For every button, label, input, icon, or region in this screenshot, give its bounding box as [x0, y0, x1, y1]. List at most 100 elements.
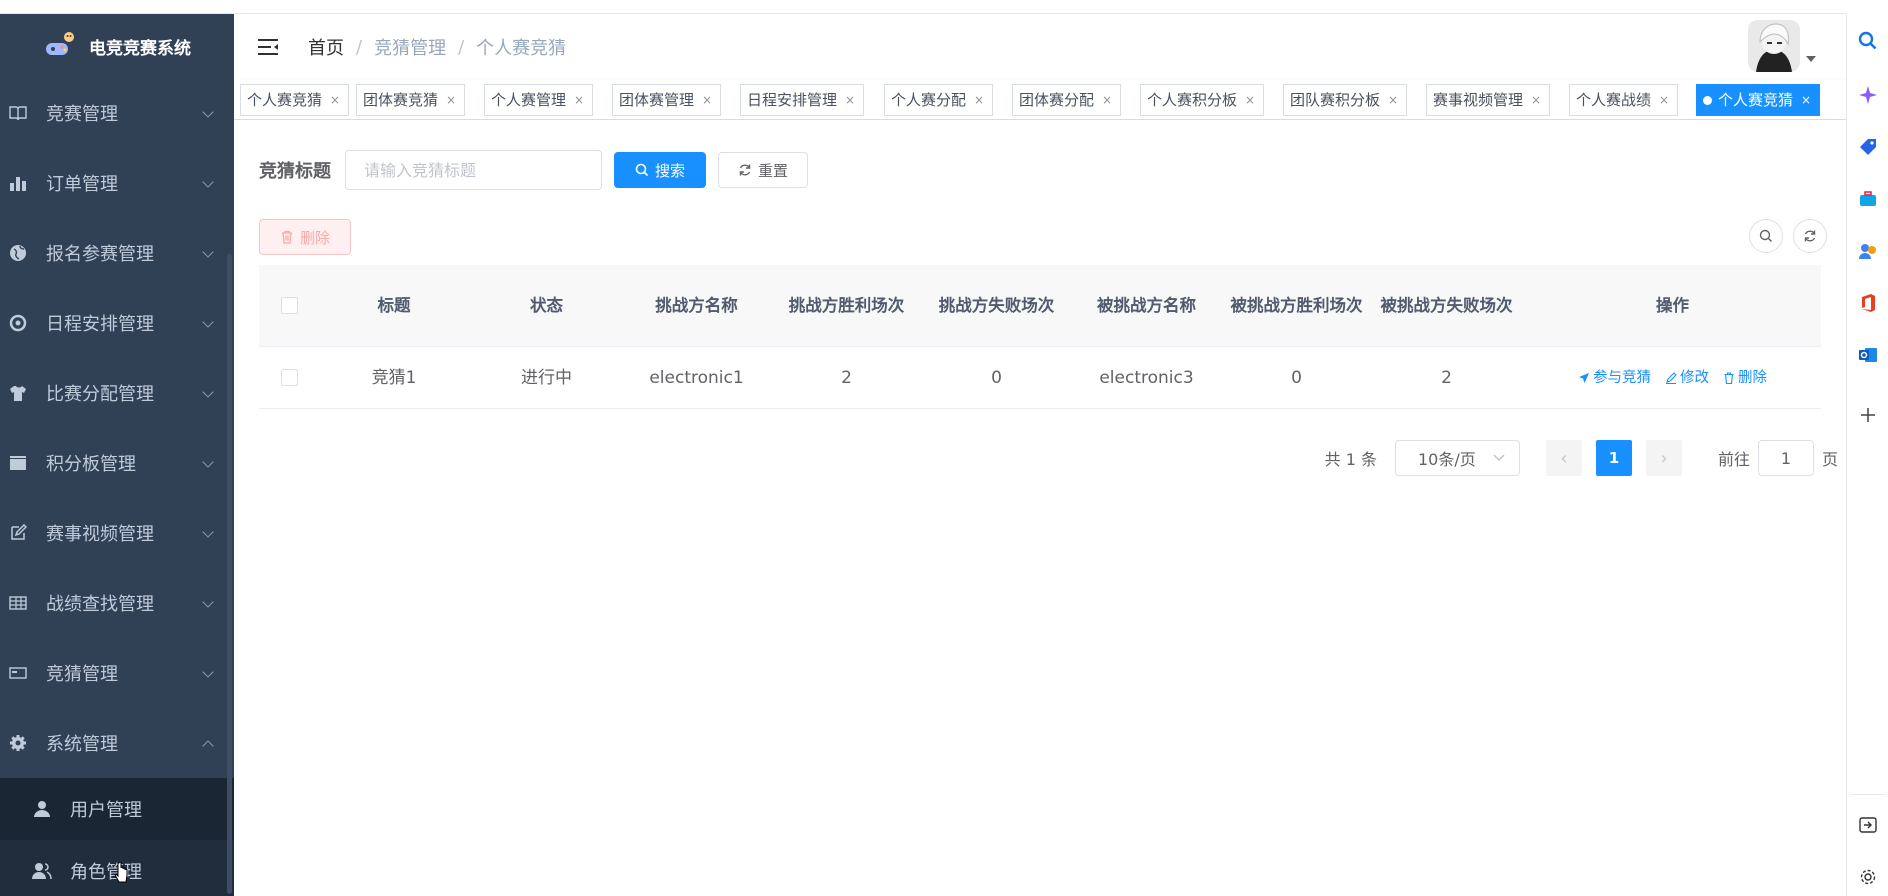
close-icon[interactable]: × — [1801, 85, 1811, 115]
tab-personal-manage[interactable]: 个人赛管理 × — [484, 84, 594, 116]
goto-page-input[interactable] — [1757, 440, 1814, 476]
close-icon[interactable]: × — [1245, 85, 1255, 115]
sidebar-toggle-icon[interactable] — [1857, 814, 1879, 836]
settings-icon[interactable] — [1857, 866, 1879, 888]
tab-team-assign[interactable]: 团体赛分配 × — [1012, 84, 1122, 116]
page-number-current[interactable]: 1 — [1595, 440, 1632, 476]
delete-button[interactable]: 删除 — [259, 219, 351, 255]
close-icon[interactable]: × — [845, 85, 855, 115]
sidebar-item-label: 赛事视频管理 — [46, 524, 154, 545]
briefcase-icon[interactable] — [1857, 188, 1879, 210]
sidebar-item-system[interactable]: 系统管理 — [0, 708, 234, 778]
next-page-button[interactable]: › — [1645, 440, 1682, 476]
people-icon[interactable] — [1857, 240, 1879, 262]
globe-icon — [8, 243, 28, 263]
close-icon[interactable]: × — [702, 85, 712, 115]
tab-team-manage[interactable]: 团体赛管理 × — [612, 84, 722, 116]
sidebar-item-competition[interactable]: 竞赛管理 — [0, 78, 234, 148]
sparkle-icon[interactable] — [1857, 84, 1879, 106]
page-size-select[interactable]: 10条/页 — [1394, 440, 1520, 476]
chevron-down-icon — [202, 456, 214, 468]
tab-personal-guess[interactable]: 个人赛竞猜 × — [240, 84, 350, 116]
cell-defender-losses: 2 — [1441, 367, 1452, 388]
delete-link[interactable]: 删除 — [1723, 364, 1767, 392]
tab-personal-guess-active[interactable]: 个人赛竞猜 × — [1696, 84, 1821, 116]
cell-actions: 参与竞猜 修改 删除 — [1524, 364, 1821, 392]
tab-personal-assign[interactable]: 个人赛分配 × — [884, 84, 994, 116]
send-icon — [1579, 372, 1589, 383]
prev-page-button[interactable]: ‹ — [1545, 440, 1582, 476]
tab-team-guess[interactable]: 团体赛竞猜 × — [356, 84, 466, 116]
chevron-down-icon — [1493, 454, 1505, 462]
logo[interactable]: 电竞竞赛系统 — [0, 14, 234, 78]
search-icon — [635, 163, 649, 177]
card-icon — [8, 663, 28, 683]
avatar[interactable] — [1748, 20, 1800, 72]
search-button[interactable]: 搜索 — [614, 152, 706, 188]
sidebar-item-label: 报名参赛管理 — [46, 244, 154, 265]
sidebar-item-registration[interactable]: 报名参赛管理 — [0, 218, 234, 288]
refresh-table-button[interactable] — [1793, 219, 1827, 253]
column-header: 操作 — [1656, 295, 1689, 315]
chevron-down-icon — [202, 176, 214, 188]
tab-team-scoreboard[interactable]: 团队赛积分板 × — [1283, 84, 1408, 116]
outlook-icon[interactable] — [1857, 344, 1879, 366]
sidebar-item-records[interactable]: 战绩查找管理 — [0, 568, 234, 638]
sidebar-item-users[interactable]: 用户管理 — [0, 778, 234, 840]
close-icon[interactable]: × — [1531, 85, 1541, 115]
search-label: 竞猜标题 — [259, 161, 331, 182]
tab-video[interactable]: 赛事视频管理 × — [1426, 84, 1551, 116]
close-icon[interactable]: × — [1659, 85, 1669, 115]
add-icon[interactable] — [1857, 404, 1879, 426]
chevron-down-icon — [202, 386, 214, 398]
sidebar-item-label: 系统管理 — [46, 734, 118, 755]
gear-icon — [8, 733, 28, 753]
browser-tab-strip — [0, 0, 1846, 14]
caret-down-icon[interactable] — [1806, 56, 1816, 62]
goto-label: 前往 — [1717, 450, 1750, 469]
search-input[interactable] — [345, 150, 602, 190]
target-icon — [8, 313, 28, 333]
breadcrumb-home[interactable]: 首页 — [308, 34, 344, 60]
edit-link[interactable]: 修改 — [1665, 364, 1709, 392]
sidebar-item-orders[interactable]: 订单管理 — [0, 148, 234, 218]
cell-challenger: electronic1 — [649, 367, 744, 388]
tag-icon[interactable] — [1857, 136, 1879, 158]
page-size-value: 10条/页 — [1417, 450, 1476, 469]
join-guess-link[interactable]: 参与竞猜 — [1578, 364, 1651, 392]
chevron-up-icon — [202, 740, 214, 752]
close-icon[interactable]: × — [974, 85, 984, 115]
tab-personal-scoreboard[interactable]: 个人赛积分板 × — [1140, 84, 1265, 116]
close-icon[interactable]: × — [446, 85, 456, 115]
close-icon[interactable]: × — [574, 85, 584, 115]
hamburger-icon[interactable] — [256, 37, 280, 57]
office-icon[interactable] — [1857, 292, 1879, 314]
browser-side-rail — [1846, 14, 1888, 896]
sidebar-item-match-assignment[interactable]: 比赛分配管理 — [0, 358, 234, 428]
app-title: 电竞竞赛系统 — [89, 38, 191, 59]
delete-label: 删除 — [1738, 369, 1767, 386]
chevron-down-icon — [202, 106, 214, 118]
edit-icon — [8, 523, 28, 543]
sidebar-item-label: 订单管理 — [46, 174, 118, 195]
chevron-down-icon — [202, 316, 214, 328]
tab-personal-records[interactable]: 个人赛战绩 × — [1569, 84, 1679, 116]
close-icon[interactable]: × — [1388, 85, 1398, 115]
close-icon[interactable]: × — [330, 85, 340, 115]
avatar-image — [1748, 20, 1800, 72]
reset-button-label: 重置 — [757, 161, 788, 180]
select-all-checkbox[interactable] — [280, 297, 298, 314]
sidebar-item-video[interactable]: 赛事视频管理 — [0, 498, 234, 568]
close-icon[interactable]: × — [1102, 85, 1112, 115]
sidebar-item-scoreboard[interactable]: 积分板管理 — [0, 428, 234, 498]
sidebar-item-schedule[interactable]: 日程安排管理 — [0, 288, 234, 358]
sidebar-item-label: 竞猜管理 — [46, 664, 118, 685]
search-icon[interactable] — [1857, 30, 1879, 52]
tab-schedule[interactable]: 日程安排管理 × — [740, 84, 865, 116]
sidebar-item-guessing[interactable]: 竞猜管理 — [0, 638, 234, 708]
row-checkbox[interactable] — [280, 369, 298, 386]
toggle-search-button[interactable] — [1749, 219, 1783, 253]
reset-button[interactable]: 重置 — [718, 152, 808, 188]
sidebar-scrollbar[interactable] — [227, 254, 232, 894]
sidebar-item-label: 角色管理 — [70, 862, 142, 883]
